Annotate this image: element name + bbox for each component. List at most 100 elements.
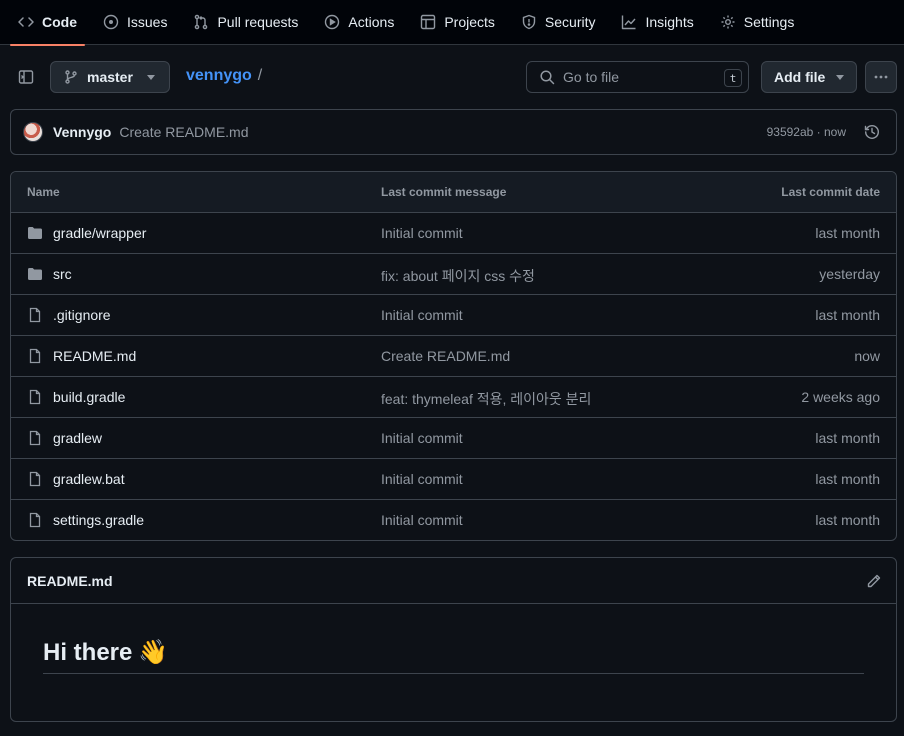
commit-message[interactable]: Create README.md xyxy=(119,124,248,140)
commit-date: last month xyxy=(815,307,880,323)
folder-icon xyxy=(27,225,43,241)
commit-date: now xyxy=(854,348,880,364)
table-row[interactable]: src fix: about 페이지 css 수정 yesterday xyxy=(11,254,896,295)
file-rows: gradle/wrapper Initial commit last month sr… xyxy=(11,213,896,540)
git-branch-icon xyxy=(65,70,77,84)
file-toolbar: master vennygo / Go to file t Add file xyxy=(0,61,904,93)
caret-down-icon xyxy=(147,75,155,80)
file-name-link[interactable]: gradlew.bat xyxy=(53,471,125,487)
caret-down-icon xyxy=(836,75,844,80)
tab-security[interactable]: Security xyxy=(513,0,604,45)
table-row[interactable]: gradlew.bat Initial commit last month xyxy=(11,459,896,500)
commit-message-link[interactable]: Initial commit xyxy=(381,471,463,487)
tab-issues-label: Issues xyxy=(127,14,168,30)
tab-actions-label: Actions xyxy=(348,14,395,30)
pencil-icon[interactable] xyxy=(866,573,882,589)
file-name-link[interactable]: .gitignore xyxy=(53,307,111,323)
file-name-link[interactable]: README.md xyxy=(53,348,136,364)
tab-code[interactable]: Code xyxy=(10,0,85,46)
tab-settings-label: Settings xyxy=(743,14,795,30)
tab-insights[interactable]: Insights xyxy=(613,0,701,45)
file-icon xyxy=(27,389,43,405)
commit-hash-time[interactable]: 93592ab · now xyxy=(767,125,846,139)
commit-message-link[interactable]: Initial commit xyxy=(381,225,463,241)
table-row[interactable]: gradle/wrapper Initial commit last month xyxy=(11,213,896,254)
repo-nav: Code Issues Pull requests Actions Projec… xyxy=(0,0,904,46)
branch-name: master xyxy=(87,69,133,85)
tab-settings[interactable]: Settings xyxy=(712,0,803,45)
go-to-file-placeholder: Go to file xyxy=(563,69,620,85)
file-name-link[interactable]: gradlew xyxy=(53,430,102,446)
pull-request-icon xyxy=(195,14,208,30)
breadcrumb-repo-link[interactable]: vennygo xyxy=(186,67,252,85)
more-options-button[interactable] xyxy=(865,61,897,93)
commit-date: last month xyxy=(815,225,880,241)
file-name-link[interactable]: gradle/wrapper xyxy=(53,225,146,241)
file-table: Name Last commit message Last commit dat… xyxy=(10,171,897,541)
column-header-date: Last commit date xyxy=(781,185,880,199)
go-to-file-input[interactable]: Go to file t xyxy=(526,61,749,93)
readme-panel: README.md Hi there 👋 xyxy=(10,557,897,722)
commit-author[interactable]: Vennygo xyxy=(53,124,111,140)
readme-heading-text: Hi there xyxy=(43,638,133,666)
commit-date: yesterday xyxy=(819,266,880,282)
file-icon xyxy=(27,348,43,364)
heading-divider xyxy=(43,673,864,674)
tab-projects-label: Projects xyxy=(444,14,495,30)
tab-actions[interactable]: Actions xyxy=(316,0,402,45)
commit-message-link[interactable]: Create README.md xyxy=(381,348,510,364)
breadcrumb-separator: / xyxy=(257,67,263,84)
folder-icon xyxy=(27,266,43,282)
commit-message-link[interactable]: Initial commit xyxy=(381,430,463,446)
file-name-link[interactable]: build.gradle xyxy=(53,389,125,405)
search-icon xyxy=(540,70,555,85)
sidebar-expand-icon xyxy=(18,70,34,84)
add-file-button[interactable]: Add file xyxy=(761,61,857,93)
tab-projects[interactable]: Projects xyxy=(412,0,503,45)
table-row[interactable]: README.md Create README.md now xyxy=(11,336,896,377)
file-icon xyxy=(27,307,43,323)
column-header-message: Last commit message xyxy=(381,185,507,199)
tab-insights-label: Insights xyxy=(645,14,694,30)
tab-code-label: Code xyxy=(42,14,77,30)
commit-message-link[interactable]: feat: thymeleaf 적용, 레이아웃 분리 xyxy=(381,389,591,409)
table-icon xyxy=(421,14,436,30)
commit-message-link[interactable]: fix: about 페이지 css 수정 xyxy=(381,266,535,286)
table-row[interactable]: .gitignore Initial commit last month xyxy=(11,295,896,336)
column-header-name: Name xyxy=(27,185,60,199)
table-header: Name Last commit message Last commit dat… xyxy=(11,172,896,213)
add-file-label: Add file xyxy=(774,69,826,85)
readme-title[interactable]: README.md xyxy=(27,573,113,589)
table-row[interactable]: gradlew Initial commit last month xyxy=(11,418,896,459)
table-row[interactable]: settings.gradle Initial commit last month xyxy=(11,500,896,540)
readme-header: README.md xyxy=(11,558,896,604)
play-icon xyxy=(325,14,340,30)
commit-date: 2 weeks ago xyxy=(801,389,880,405)
file-name-link[interactable]: src xyxy=(53,266,72,282)
avatar[interactable] xyxy=(23,122,43,142)
tab-pull-requests[interactable]: Pull requests xyxy=(185,0,306,45)
commit-message-link[interactable]: Initial commit xyxy=(381,307,463,323)
shortcut-key-hint: t xyxy=(724,69,742,87)
commit-date: last month xyxy=(815,430,880,446)
table-row[interactable]: build.gradle feat: thymeleaf 적용, 레이아웃 분리 2… xyxy=(11,377,896,418)
history-icon[interactable] xyxy=(864,124,880,140)
tab-issues[interactable]: Issues xyxy=(95,0,175,45)
waving-hand-emoji: 👋 xyxy=(138,639,169,666)
sidebar-toggle-button[interactable] xyxy=(10,61,42,93)
file-icon xyxy=(27,430,43,446)
tab-pull-requests-label: Pull requests xyxy=(217,14,299,30)
breadcrumb: vennygo / xyxy=(186,67,262,85)
kebab-horizontal-icon xyxy=(874,75,888,79)
tab-security-label: Security xyxy=(544,14,596,30)
shield-icon xyxy=(522,14,536,30)
commit-message-link[interactable]: Initial commit xyxy=(381,512,463,528)
file-name-link[interactable]: settings.gradle xyxy=(53,512,144,528)
graph-icon xyxy=(622,15,637,30)
branch-selector[interactable]: master xyxy=(50,61,170,93)
code-icon xyxy=(18,17,34,27)
file-icon xyxy=(27,471,43,487)
commit-date: last month xyxy=(815,512,880,528)
issue-icon xyxy=(103,14,119,30)
latest-commit-bar: Vennygo Create README.md 93592ab · now xyxy=(10,109,897,155)
